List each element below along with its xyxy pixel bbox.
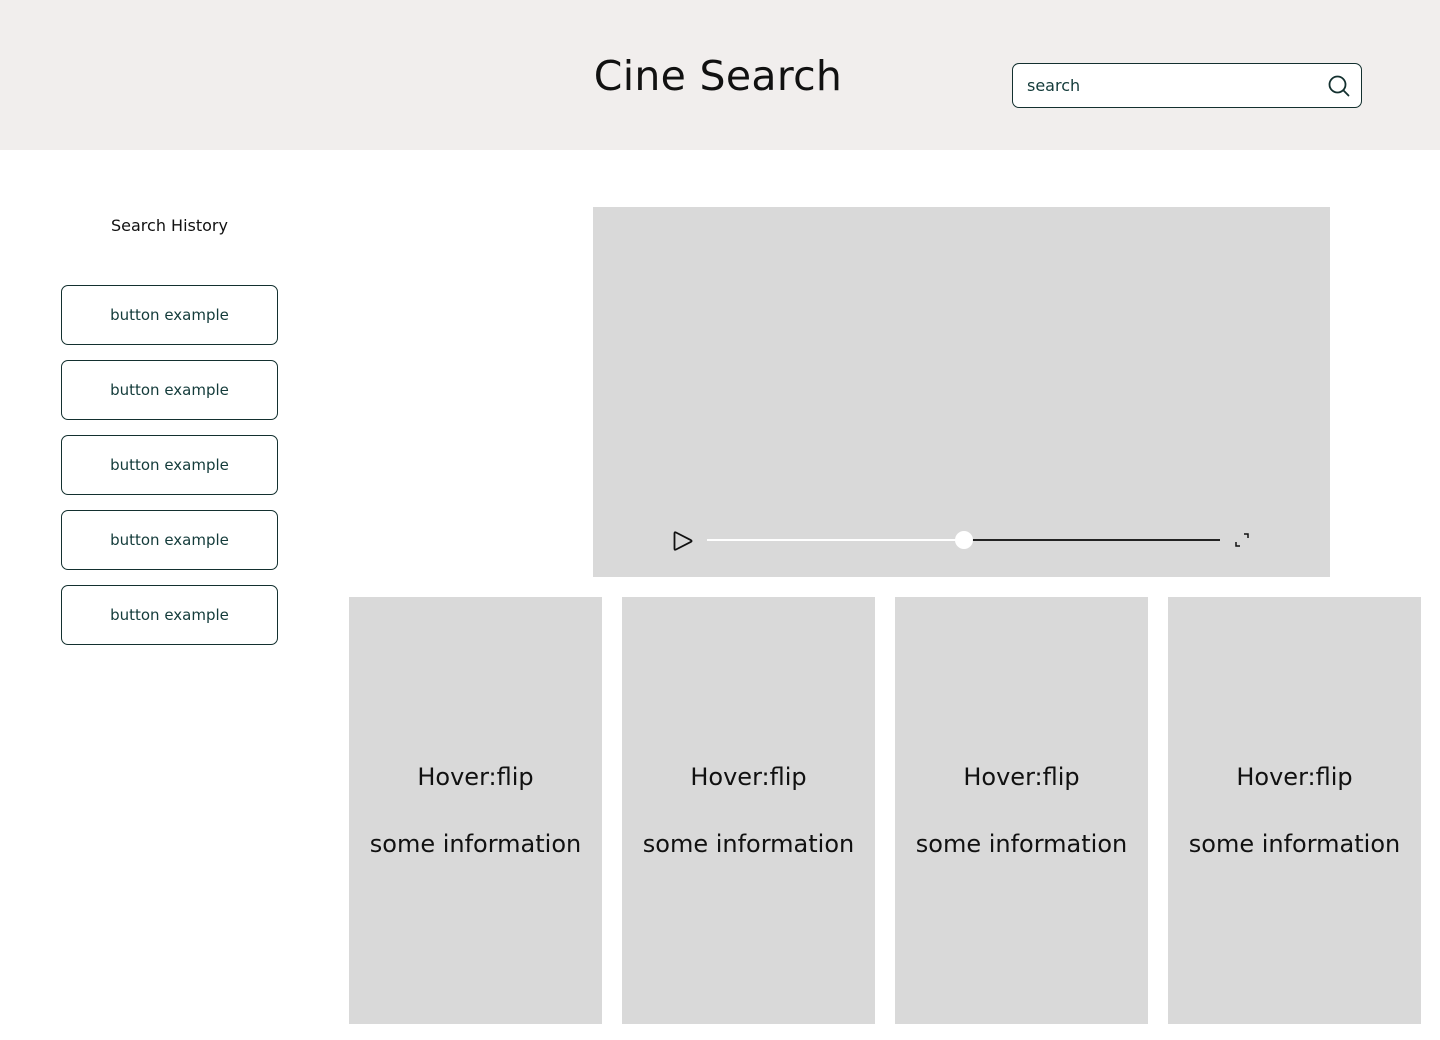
card-info: some information bbox=[1188, 830, 1401, 858]
movie-card[interactable]: Hover:flip some information bbox=[1168, 597, 1421, 1024]
search-history-title: Search History bbox=[111, 216, 228, 235]
history-button[interactable]: button example bbox=[61, 285, 278, 345]
card-title: Hover:flip bbox=[1236, 763, 1353, 791]
card-title: Hover:flip bbox=[963, 763, 1080, 791]
header: Cine Search bbox=[0, 0, 1440, 150]
app-title: Cine Search bbox=[593, 52, 843, 100]
seek-bar[interactable] bbox=[707, 531, 1220, 549]
history-button[interactable]: button example bbox=[61, 510, 278, 570]
seek-thumb[interactable] bbox=[954, 531, 973, 549]
movie-card[interactable]: Hover:flip some information bbox=[349, 597, 602, 1024]
movie-cards: Hover:flip some information Hover:flip s… bbox=[349, 597, 1421, 1024]
search-history-list: button example button example button exa… bbox=[61, 285, 278, 660]
play-icon[interactable] bbox=[669, 527, 697, 555]
fullscreen-icon[interactable] bbox=[1235, 533, 1249, 547]
movie-card[interactable]: Hover:flip some information bbox=[895, 597, 1148, 1024]
search-input[interactable] bbox=[1027, 64, 1317, 106]
seek-played bbox=[707, 539, 964, 541]
seek-remaining bbox=[963, 539, 1220, 541]
card-info: some information bbox=[369, 830, 582, 858]
movie-card[interactable]: Hover:flip some information bbox=[622, 597, 875, 1024]
card-info: some information bbox=[642, 830, 855, 858]
search-box[interactable] bbox=[1012, 63, 1362, 108]
history-button[interactable]: button example bbox=[61, 585, 278, 645]
history-button[interactable]: button example bbox=[61, 360, 278, 420]
search-icon[interactable] bbox=[1327, 74, 1351, 98]
card-title: Hover:flip bbox=[690, 763, 807, 791]
video-player[interactable] bbox=[593, 207, 1330, 577]
card-info: some information bbox=[915, 830, 1128, 858]
card-title: Hover:flip bbox=[417, 763, 534, 791]
history-button[interactable]: button example bbox=[61, 435, 278, 495]
